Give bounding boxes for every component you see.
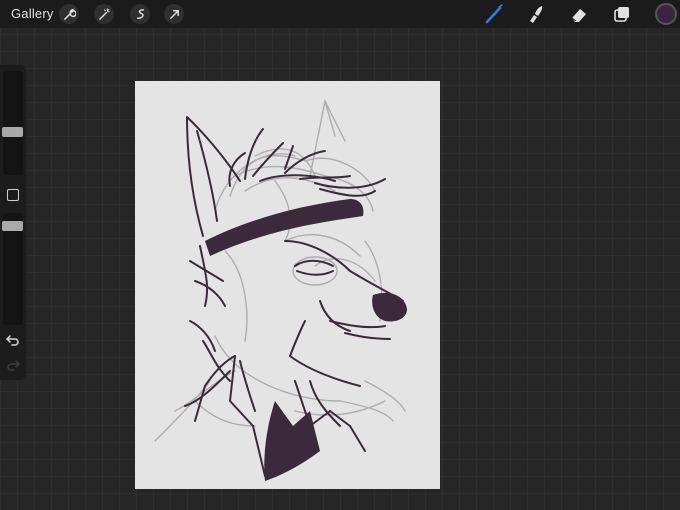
modify-square-icon[interactable] xyxy=(7,189,19,201)
redo-icon[interactable] xyxy=(5,358,21,372)
color-picker-swatch[interactable] xyxy=(655,3,677,25)
smudge-icon[interactable] xyxy=(526,4,546,24)
eraser-icon[interactable] xyxy=(569,4,589,24)
magic-wand-icon[interactable] xyxy=(94,4,114,24)
selection-icon[interactable] xyxy=(130,4,150,24)
layers-icon[interactable] xyxy=(612,4,632,24)
gallery-button[interactable]: Gallery xyxy=(11,6,54,21)
drawing-canvas[interactable] xyxy=(135,81,440,489)
top-toolbar: Gallery xyxy=(0,0,680,28)
brush-size-thumb[interactable] xyxy=(2,127,23,137)
wrench-icon[interactable] xyxy=(59,4,79,24)
brush-icon[interactable] xyxy=(484,4,504,24)
undo-icon[interactable] xyxy=(5,333,21,347)
fox-sketch-artwork xyxy=(154,98,407,481)
transform-arrow-icon[interactable] xyxy=(164,4,184,24)
left-sidebar xyxy=(0,65,26,380)
opacity-thumb[interactable] xyxy=(2,221,23,231)
brush-size-slider[interactable] xyxy=(2,71,23,175)
opacity-slider[interactable] xyxy=(2,213,23,325)
